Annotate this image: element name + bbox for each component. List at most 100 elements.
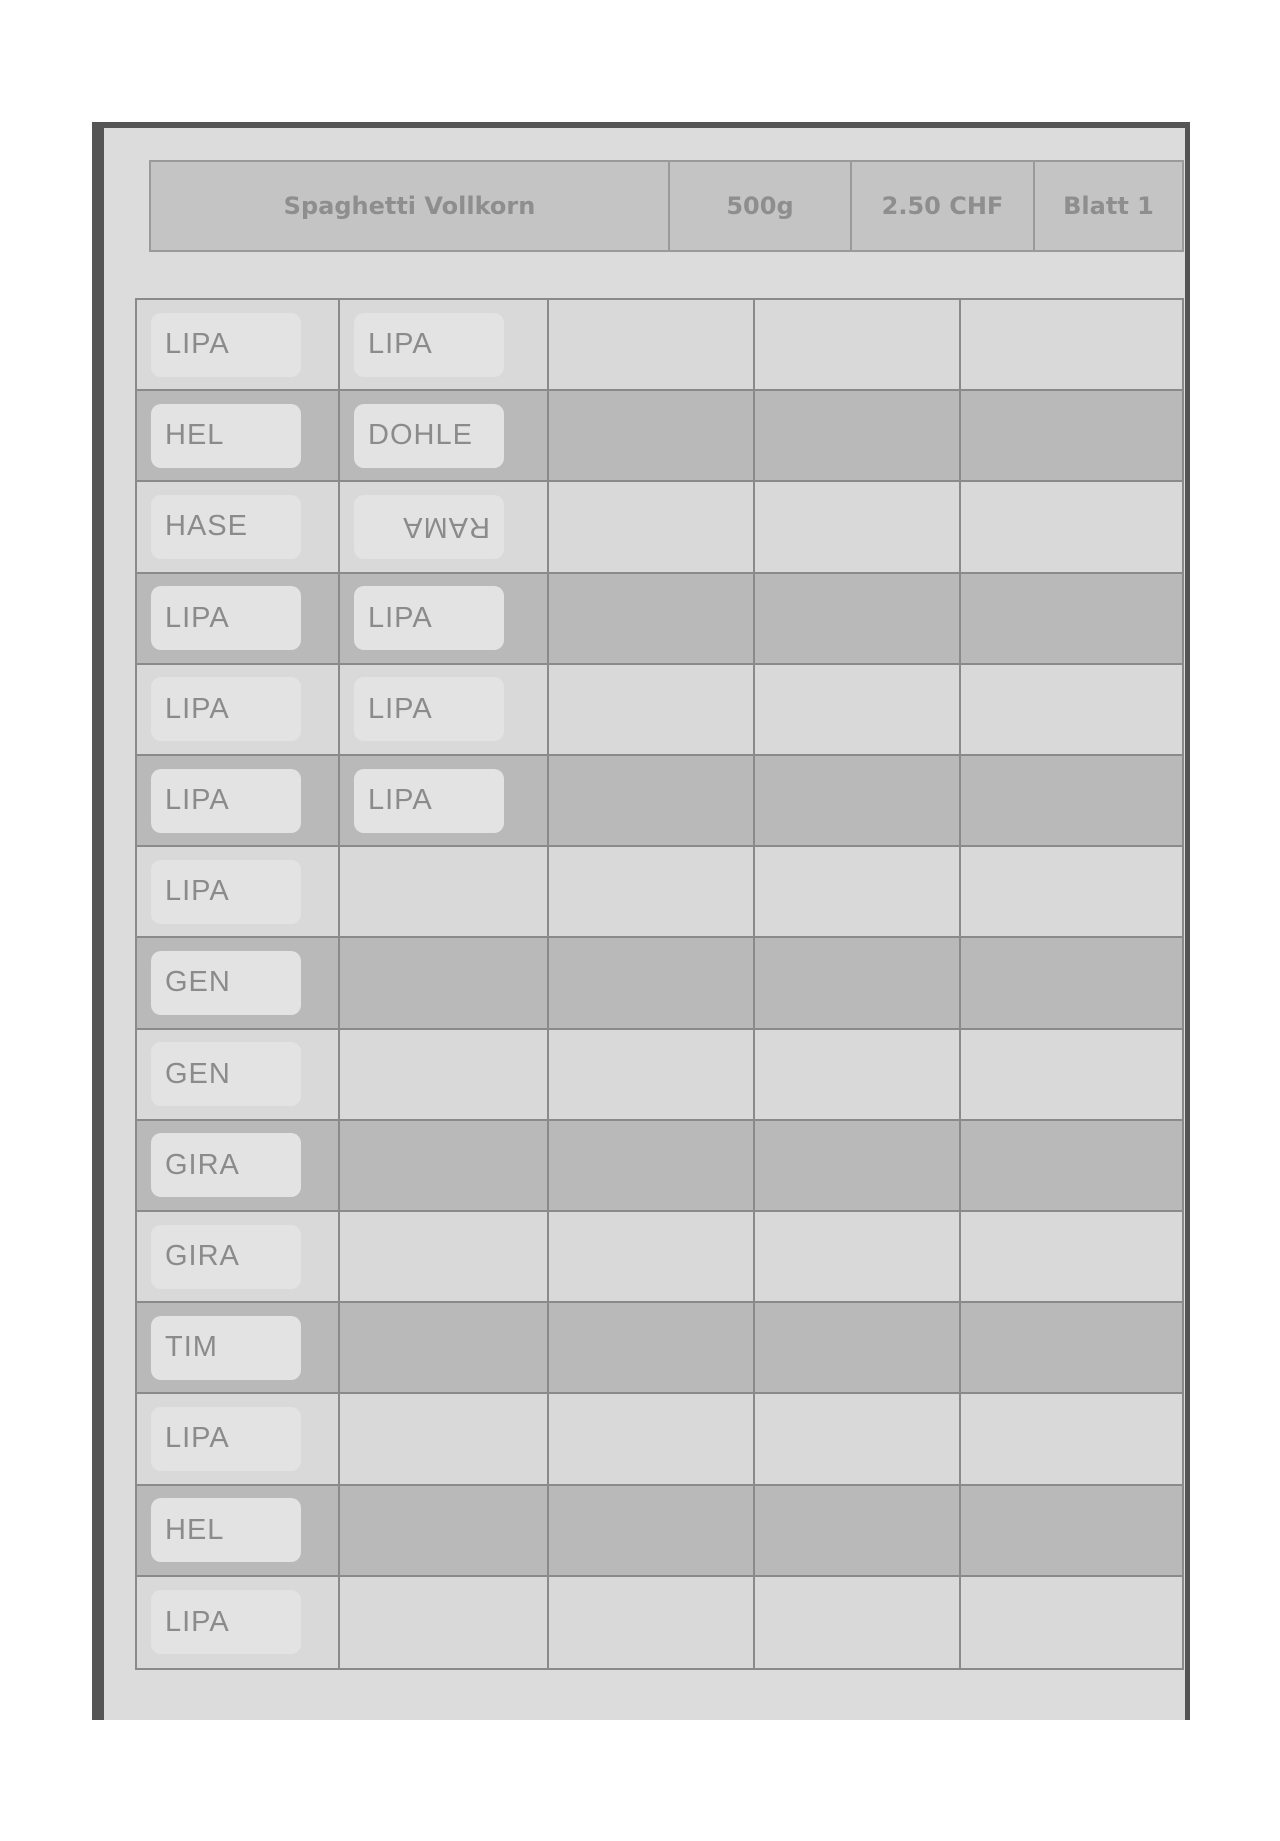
grid-cell	[755, 1120, 961, 1212]
grid-cell	[549, 755, 755, 848]
grid-cell: GIRA	[137, 1211, 340, 1304]
name-tag: LIPA	[151, 768, 301, 833]
grid-cell	[755, 1576, 961, 1668]
product-price: 2.50 CHF	[852, 162, 1035, 250]
grid-cell: LIPA	[137, 300, 340, 392]
name-tag: LIPA	[151, 1406, 301, 1471]
product-name: Spaghetti Vollkorn	[151, 162, 670, 250]
grid-cell	[755, 1029, 961, 1121]
grid-cell: LIPA	[137, 847, 340, 939]
grid-cell	[549, 482, 755, 574]
grid-cell: LIPA	[340, 573, 549, 665]
grid-cell	[961, 482, 1182, 574]
grid-cell	[961, 391, 1182, 483]
grid-cell: LIPA	[137, 573, 340, 665]
grid-cell	[340, 1029, 549, 1121]
grid-cell	[961, 664, 1182, 756]
name-tag: LIPA	[151, 677, 301, 742]
grid-cell	[340, 1394, 549, 1486]
name-tag: LIPA	[151, 312, 301, 377]
name-tag: GEN	[151, 1042, 301, 1107]
grid-cell: LIPA	[340, 664, 549, 756]
grid-cell	[961, 755, 1182, 848]
name-tag: GIRA	[151, 1224, 301, 1289]
sheet-number: Blatt 1	[1063, 192, 1154, 220]
grid-cell	[755, 664, 961, 756]
grid-cell	[340, 938, 549, 1030]
name-tag: RAMA	[354, 494, 504, 559]
grid-cell	[755, 1485, 961, 1577]
grid-cell	[549, 1485, 755, 1577]
name-tag: LIPA	[151, 859, 301, 924]
name-tag: DOHLE	[354, 403, 504, 468]
grid-cell: LIPA	[137, 664, 340, 756]
grid-cell	[755, 938, 961, 1030]
grid-cell	[961, 938, 1182, 1030]
grid-cell	[549, 1029, 755, 1121]
grid-cell	[755, 573, 961, 665]
sign-up-sheet: Spaghetti Vollkorn 500g 2.50 CHF Blatt 1…	[92, 122, 1190, 1720]
grid-cell	[549, 573, 755, 665]
grid-cell: LIPA	[137, 1394, 340, 1486]
grid-cell	[549, 938, 755, 1030]
grid-cell	[961, 1029, 1182, 1121]
name-tag: GIRA	[151, 1133, 301, 1198]
name-tag: LIPA	[354, 677, 504, 742]
grid-cell	[755, 1394, 961, 1486]
grid-cell: GEN	[137, 1029, 340, 1121]
grid-cell	[549, 1303, 755, 1395]
grid-cell	[961, 1120, 1182, 1212]
grid-cell	[961, 573, 1182, 665]
name-tag: HEL	[151, 403, 301, 468]
name-tag: LIPA	[151, 1590, 301, 1655]
name-tag: HEL	[151, 1498, 301, 1563]
grid-cell	[961, 1211, 1182, 1304]
name-tag: TIM	[151, 1315, 301, 1380]
grid-cell	[340, 1120, 549, 1212]
grid-cell	[961, 300, 1182, 392]
grid-cell: LIPA	[137, 755, 340, 848]
sheet-header: Spaghetti Vollkorn 500g 2.50 CHF Blatt 1	[149, 160, 1184, 252]
grid-cell: LIPA	[137, 1576, 340, 1668]
name-tag-grid: LIPA LIPA HEL DOHLE HASE RAMA LIPA LIPA LIPA LIPA…	[135, 298, 1184, 1670]
grid-cell	[340, 1576, 549, 1668]
grid-cell	[340, 847, 549, 939]
grid-cell	[961, 1303, 1182, 1395]
grid-cell	[340, 1211, 549, 1304]
grid-cell	[755, 391, 961, 483]
grid-cell: RAMA	[340, 482, 549, 574]
grid-cell	[340, 1303, 549, 1395]
grid-cell: HASE	[137, 482, 340, 574]
grid-cell	[549, 1211, 755, 1304]
name-tag: LIPA	[354, 586, 504, 651]
grid-cell: HEL	[137, 1485, 340, 1577]
grid-cell: HEL	[137, 391, 340, 483]
grid-cell	[549, 1576, 755, 1668]
name-tag: HASE	[151, 494, 301, 559]
grid-cell: GIRA	[137, 1120, 340, 1212]
grid-cell	[755, 1303, 961, 1395]
grid-cell	[961, 1485, 1182, 1577]
grid-cell	[961, 1394, 1182, 1486]
product-weight: 500g	[670, 162, 852, 250]
grid-cell	[755, 847, 961, 939]
grid-cell	[755, 482, 961, 574]
name-tag: LIPA	[354, 768, 504, 833]
name-tag: LIPA	[354, 312, 504, 377]
name-tag: LIPA	[151, 586, 301, 651]
grid-cell: TIM	[137, 1303, 340, 1395]
grid-cell: LIPA	[340, 755, 549, 848]
grid-cell: DOHLE	[340, 391, 549, 483]
grid-cell	[549, 664, 755, 756]
grid-cell	[961, 1576, 1182, 1668]
grid-cell	[961, 847, 1182, 939]
grid-cell	[549, 1394, 755, 1486]
grid-cell: GEN	[137, 938, 340, 1030]
grid-cell	[549, 1120, 755, 1212]
grid-cell	[549, 300, 755, 392]
grid-cell: LIPA	[340, 300, 549, 392]
grid-cell	[755, 1211, 961, 1304]
grid-cell	[549, 847, 755, 939]
grid-cell	[340, 1485, 549, 1577]
grid-cell	[755, 300, 961, 392]
